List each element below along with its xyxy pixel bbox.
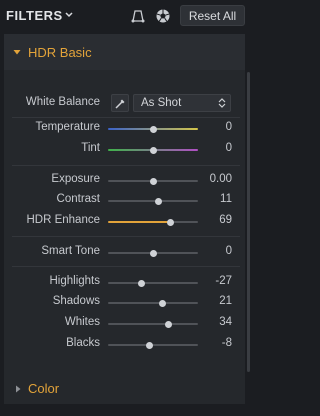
divider: [12, 236, 240, 237]
white-balance-label: White Balance: [25, 96, 100, 108]
highlights-label: Highlights: [49, 275, 101, 287]
eyedropper-icon: [115, 99, 125, 109]
contrast-slider[interactable]: [108, 200, 198, 202]
shadows-value: 21: [219, 295, 232, 307]
white-balance-select[interactable]: As Shot: [133, 94, 231, 112]
hdr-basic-panel: HDR Basic: [4, 34, 245, 382]
top-bar: FILTERS Reset All: [0, 0, 256, 34]
shadows-slider[interactable]: [108, 302, 198, 304]
highlights-slider[interactable]: [108, 282, 198, 284]
smart-tone-label: Smart Tone: [41, 245, 100, 257]
divider: [12, 165, 240, 166]
exposure-label: Exposure: [51, 173, 100, 185]
caret-down-icon: [13, 50, 21, 55]
blacks-value: -8: [221, 337, 232, 349]
crop-icon[interactable]: [130, 8, 146, 24]
filters-title[interactable]: FILTERS: [6, 8, 63, 23]
hdr-enhance-value: 69: [219, 214, 232, 226]
smart-tone-value: 0: [225, 245, 232, 257]
section-title: HDR Basic: [28, 45, 92, 60]
chevron-down-icon[interactable]: [64, 10, 74, 20]
hdr-basic-header[interactable]: HDR Basic: [4, 34, 245, 70]
hdr-enhance-label: HDR Enhance: [26, 214, 100, 226]
contrast-value: 11: [220, 193, 232, 205]
aperture-icon[interactable]: [155, 8, 171, 24]
white-balance-value: As Shot: [141, 97, 182, 109]
temperature-slider-thumb[interactable]: [150, 126, 157, 133]
contrast-slider-thumb[interactable]: [154, 198, 162, 205]
temperature-label: Temperature: [35, 121, 100, 133]
exposure-slider-thumb[interactable]: [150, 178, 157, 185]
hdr-enhance-slider[interactable]: [108, 221, 198, 223]
temperature-value: 0: [225, 121, 232, 133]
smart-tone-slider-thumb[interactable]: [150, 250, 157, 257]
tint-label: Tint: [81, 142, 100, 154]
tint-value: 0: [225, 142, 232, 154]
shadows-label: Shadows: [52, 295, 100, 307]
select-arrows-icon: [218, 98, 226, 108]
eyedropper-button[interactable]: [111, 94, 129, 112]
caret-right-icon: [16, 385, 21, 393]
divider: [12, 117, 240, 118]
tint-slider-thumb[interactable]: [150, 147, 157, 154]
color-section-title: Color: [28, 381, 60, 396]
exposure-value: 0.00: [209, 173, 232, 185]
reset-all-button[interactable]: Reset All: [180, 5, 245, 26]
highlights-slider-thumb[interactable]: [137, 280, 145, 287]
scrollbar[interactable]: [247, 72, 250, 372]
blacks-label: Blacks: [66, 337, 100, 349]
whites-slider[interactable]: [108, 323, 198, 325]
whites-label: Whites: [64, 316, 100, 328]
divider: [12, 266, 240, 267]
color-panel[interactable]: Color: [4, 374, 245, 404]
whites-value: 34: [219, 316, 232, 328]
highlights-value: -27: [215, 275, 232, 287]
contrast-label: Contrast: [56, 193, 100, 205]
